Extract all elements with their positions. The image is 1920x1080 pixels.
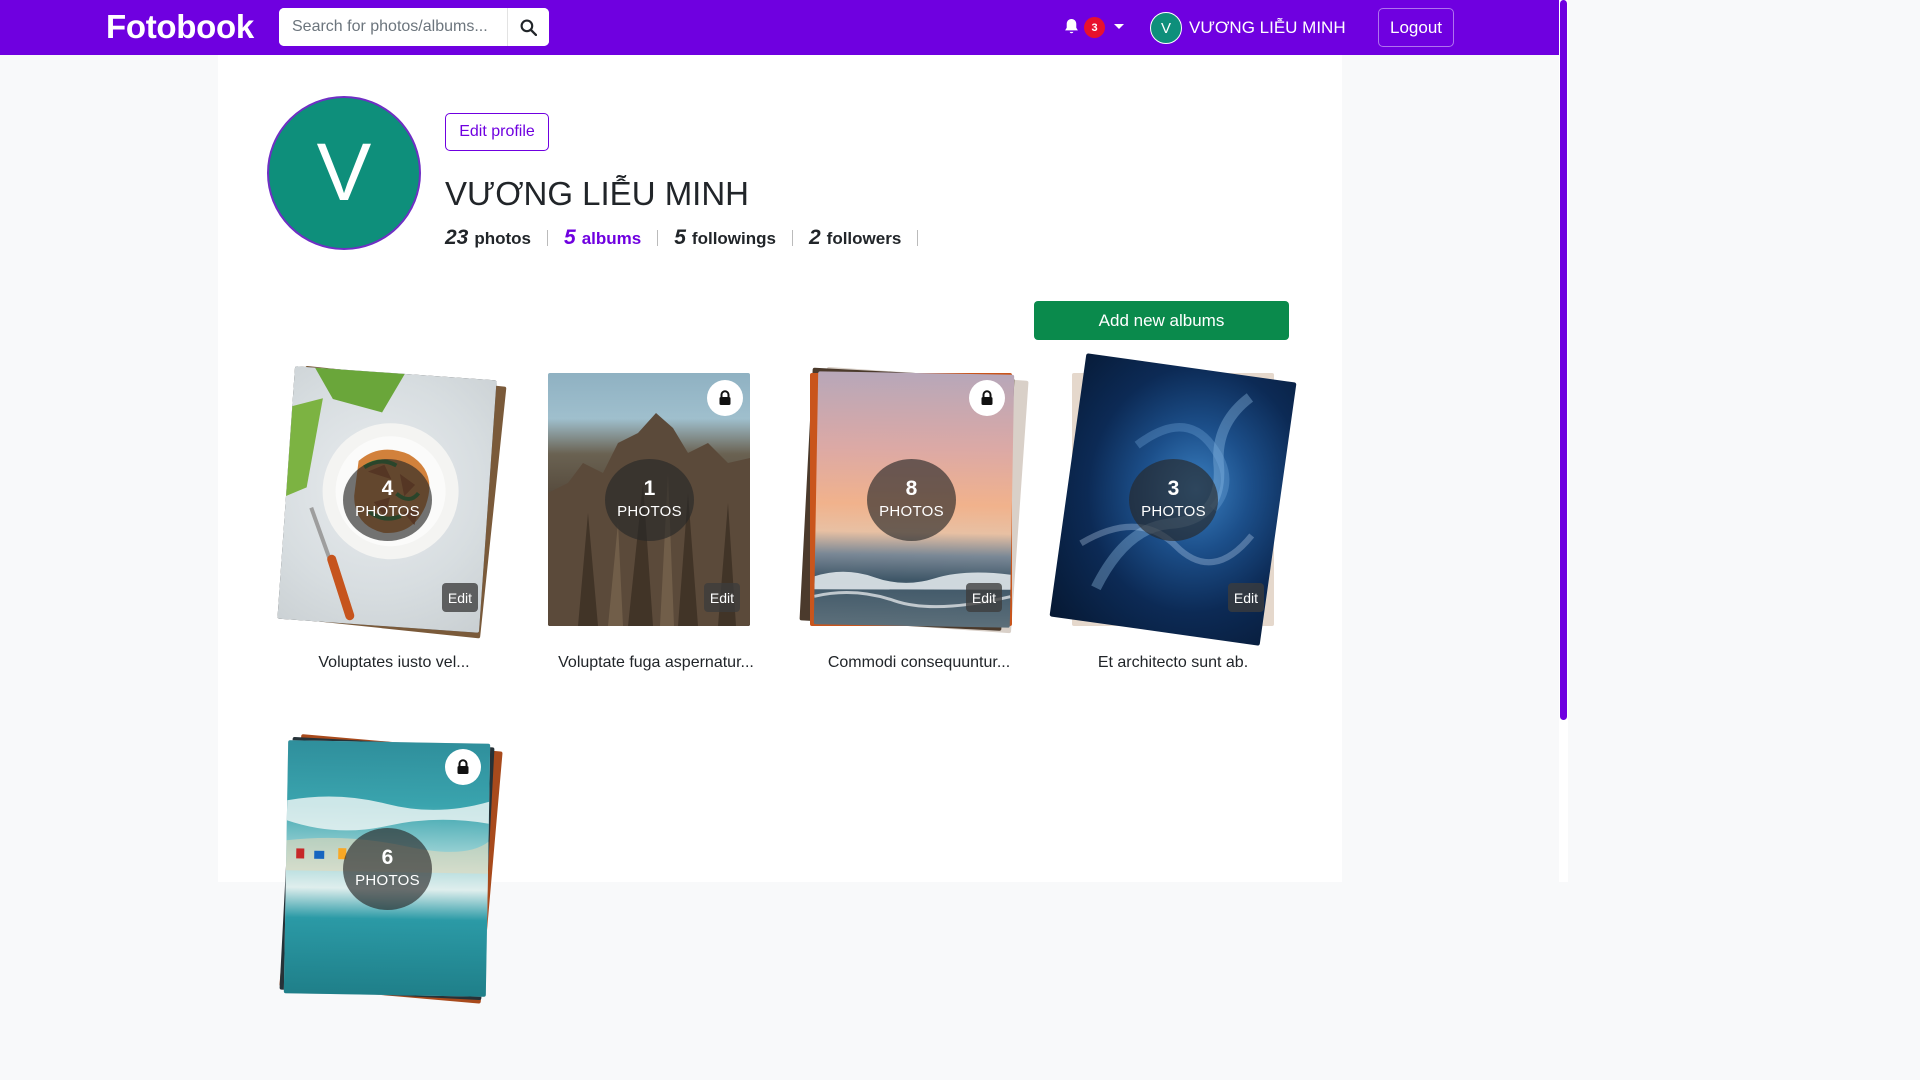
photo-count-unit: PHOTOS — [1141, 503, 1206, 520]
album-card[interactable]: 1 PHOTOS Edit — [548, 373, 750, 626]
stat-divider — [547, 230, 549, 246]
bell-icon[interactable] — [1063, 17, 1080, 37]
stat-value: 2 — [808, 226, 821, 249]
edit-profile-button[interactable]: Edit profile — [445, 113, 549, 151]
stat-value: 5 — [564, 226, 576, 249]
stat-label: albums — [581, 229, 642, 248]
stat-value: 5 — [674, 226, 686, 249]
photo-count-number: 4 — [381, 477, 394, 500]
photo-count-unit: PHOTOS — [617, 503, 682, 520]
stat-divider — [917, 230, 919, 246]
album-photo-count: 6 PHOTOS — [343, 828, 432, 910]
stat-followings[interactable]: 5 followings — [674, 226, 776, 250]
stat-label: photos — [474, 229, 532, 248]
lock-icon — [969, 380, 1005, 416]
album-photo-count: 8 PHOTOS — [867, 459, 956, 541]
search-input[interactable] — [279, 8, 507, 46]
edit-album-button[interactable]: Edit — [441, 583, 478, 612]
stat-divider — [657, 230, 659, 246]
album-card[interactable]: 3 PHOTOS Edit — [1049, 353, 1297, 646]
profile-stats: 23 photos 5 albums 5 followings 2 followers — [445, 225, 934, 251]
album-card[interactable]: 6 PHOTOS — [279, 734, 503, 1004]
album-card[interactable]: 8 PHOTOS Edit — [799, 366, 1029, 634]
user-avatar[interactable]: V — [1150, 12, 1182, 44]
stat-photos[interactable]: 23 photos — [445, 226, 531, 250]
search-bar — [279, 8, 549, 46]
scrollbar-thumb[interactable] — [1560, 0, 1567, 720]
profile-avatar: V — [267, 96, 421, 250]
photo-count-number: 6 — [381, 846, 394, 869]
photo-count-number: 3 — [1167, 477, 1180, 500]
brand-logo[interactable]: Fotobook — [106, 8, 254, 46]
album-title[interactable]: Commodi consequuntur... — [799, 654, 1039, 672]
search-button[interactable] — [507, 8, 549, 46]
chevron-down-icon[interactable] — [1114, 24, 1124, 29]
page-scrollbar[interactable] — [1559, 0, 1568, 882]
logout-button[interactable]: Logout — [1378, 8, 1454, 47]
album-photo-count: 1 PHOTOS — [605, 459, 694, 541]
profile-name: VƯƠNG LIỄU MINH — [445, 175, 750, 212]
photo-count-unit: PHOTOS — [355, 872, 420, 889]
photo-count-number: 1 — [643, 477, 656, 500]
photo-count-unit: PHOTOS — [879, 503, 944, 520]
lock-icon — [445, 749, 481, 785]
edit-album-button[interactable]: Edit — [965, 583, 1002, 612]
photo-count-number: 8 — [905, 477, 918, 500]
stat-followers[interactable]: 2 followers — [809, 226, 901, 250]
album-title[interactable]: Voluptates iusto vel... — [274, 654, 514, 672]
stat-label: followings — [691, 229, 776, 248]
search-icon — [520, 19, 537, 36]
top-navbar: Fotobook 3 V VƯƠNG LIỄU MINH Logout — [0, 0, 1560, 55]
edit-album-button[interactable]: Edit — [1227, 583, 1264, 612]
album-card[interactable]: 4 PHOTOS Edit — [277, 365, 507, 639]
album-title[interactable]: Et architecto sunt ab. — [1053, 654, 1293, 672]
album-title[interactable]: Voluptate fuga aspernatur... — [536, 654, 776, 672]
stat-value: 23 — [445, 226, 469, 249]
stat-albums[interactable]: 5 albums — [564, 226, 641, 250]
album-photo-count: 3 PHOTOS — [1129, 459, 1218, 541]
user-name-link[interactable]: VƯƠNG LIỄU MINH — [1189, 18, 1346, 38]
notification-badge[interactable]: 3 — [1084, 17, 1105, 38]
photo-count-unit: PHOTOS — [355, 503, 420, 520]
album-photo-count: 4 PHOTOS — [343, 459, 432, 541]
stat-divider — [791, 230, 793, 246]
lock-icon — [707, 380, 743, 416]
edit-album-button[interactable]: Edit — [703, 583, 740, 612]
add-album-button[interactable]: Add new albums — [1034, 301, 1289, 340]
stat-label: followers — [826, 229, 902, 248]
